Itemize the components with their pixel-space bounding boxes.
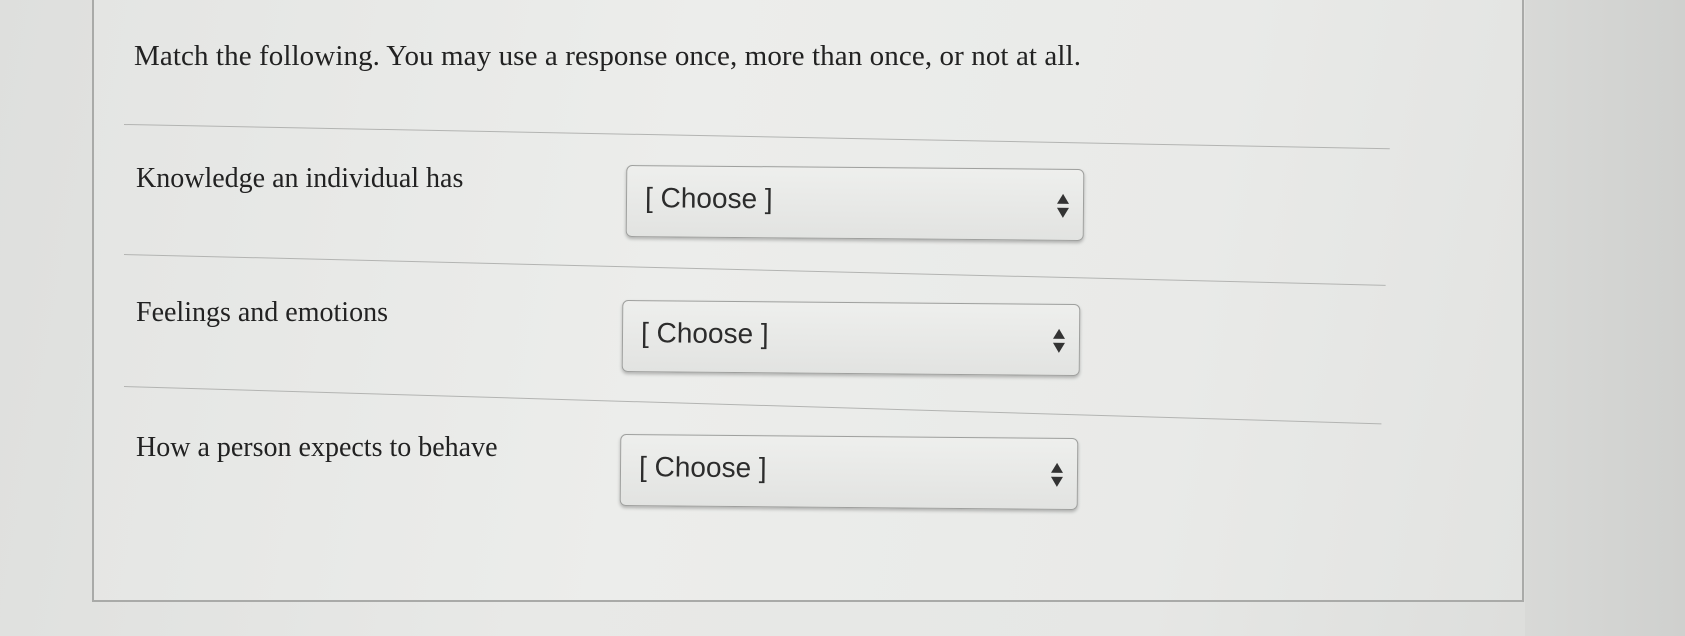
page-background: Match the following. You may use a respo… [0, 0, 1685, 636]
dropdown-arrows-icon [1052, 328, 1066, 355]
match-prompt-1: Knowledge an individual has [136, 163, 464, 194]
answer-select-3-value: [ Choose ] [638, 451, 767, 484]
question-prompt: Match the following. You may use a respo… [134, 40, 1082, 72]
match-prompt-3: How a person expects to behave [136, 432, 498, 463]
answer-select-1-value: [ Choose ] [644, 182, 773, 215]
answer-select-3[interactable]: [ Choose ] [619, 434, 1079, 510]
match-prompt-2: Feelings and emotions [136, 297, 388, 328]
answer-select-1[interactable]: [ Choose ] [625, 165, 1085, 241]
answer-select-2-value: [ Choose ] [640, 317, 769, 350]
answer-select-2[interactable]: [ Choose ] [621, 300, 1081, 376]
page-right-margin [1525, 0, 1685, 636]
dropdown-arrows-icon [1056, 193, 1070, 220]
dropdown-arrows-icon [1050, 462, 1064, 489]
